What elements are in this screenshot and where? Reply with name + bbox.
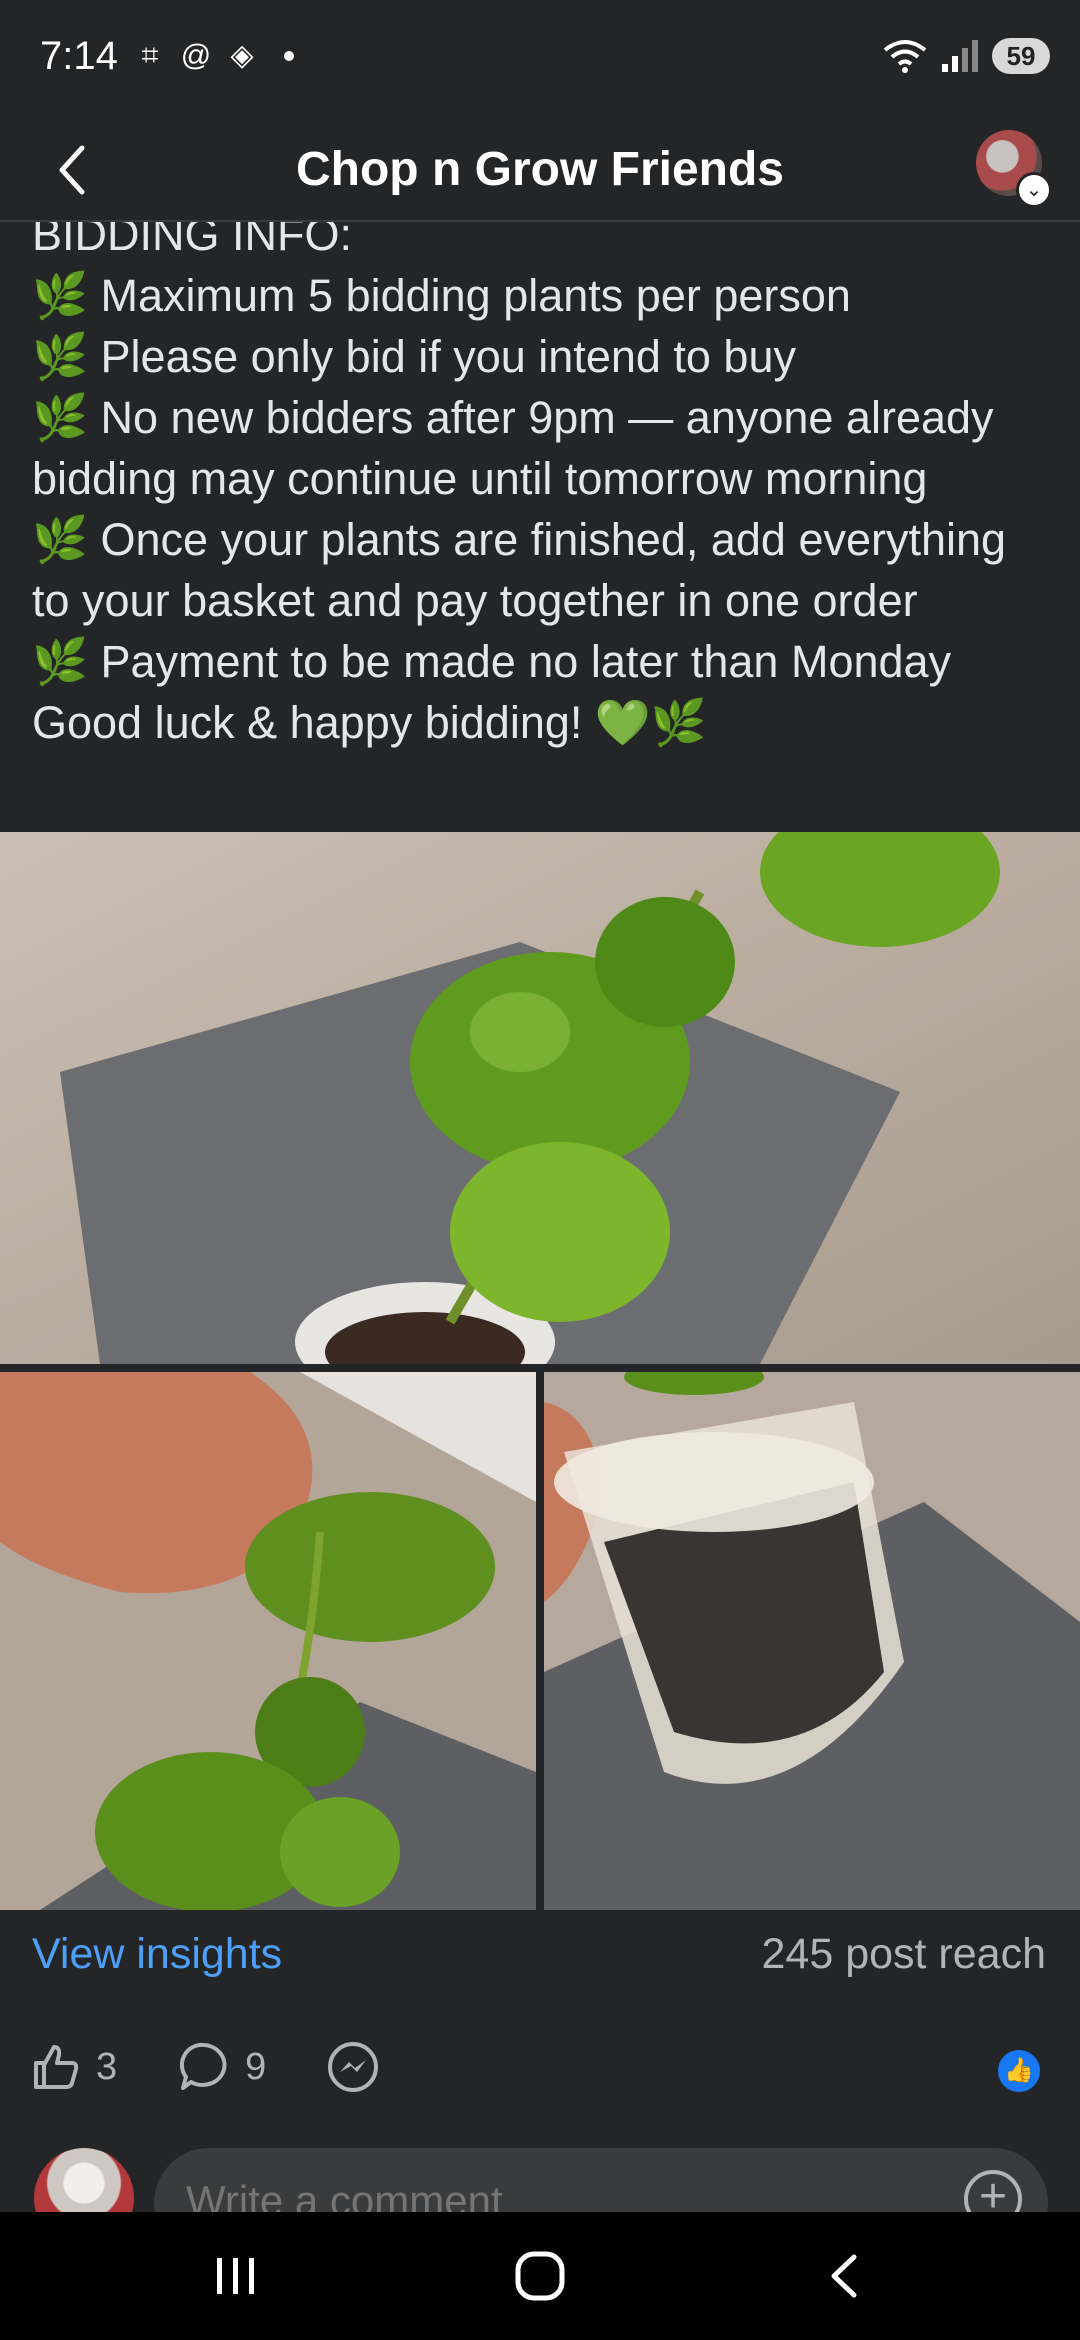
view-insights-link[interactable]: View insights	[32, 1930, 282, 1979]
recent-apps-button[interactable]	[136, 2212, 336, 2340]
post-actions: 3 9	[30, 2035, 454, 2099]
notification-dot-icon	[284, 51, 294, 61]
like-button[interactable]: 3	[30, 2041, 117, 2093]
screenshot-icon: ⌗	[141, 39, 159, 72]
post-line: 🌿 Maximum 5 bidding plants per person	[32, 270, 851, 321]
chevron-down-icon[interactable]: ⌄	[1016, 172, 1052, 208]
post-line: 🌿 Please only bid if you intend to buy	[32, 331, 796, 382]
signal-icon	[942, 40, 978, 72]
comment-button[interactable]: 9	[177, 2040, 266, 2094]
status-bar: 7:14 ⌗ @ ◈ 59	[0, 0, 1080, 120]
recent-apps-icon	[217, 2258, 254, 2294]
post-line: 🌿 Once your plants are finished, add eve…	[32, 514, 1007, 626]
plant-photo-image	[0, 832, 1080, 1364]
plant-photo-image	[544, 1372, 1080, 1910]
post-line: 🌿 Payment to be made no later than Monda…	[32, 636, 952, 687]
post-line: 🌿 No new bidders after 9pm — anyone alre…	[32, 392, 994, 504]
home-icon	[515, 2251, 565, 2301]
status-left-icons: ⌗ @ ◈	[132, 38, 294, 74]
post-photo-pot[interactable]	[544, 1372, 1080, 1910]
page-title: Chop n Grow Friends	[296, 143, 784, 196]
comment-count: 9	[245, 2045, 267, 2088]
post-photo-main[interactable]	[0, 832, 1080, 1364]
post-photo-hand[interactable]	[0, 1372, 536, 1910]
layers-icon: ◈	[230, 39, 254, 72]
plant-photo-image	[0, 1372, 536, 1910]
post-line: Good luck & happy bidding! 💚🌿	[32, 697, 707, 748]
like-reaction-icon[interactable]: 👍	[996, 2048, 1042, 2094]
like-count: 3	[96, 2045, 118, 2088]
back-arrow-icon	[831, 2254, 857, 2298]
app-header: Chop n Grow Friends ⌄	[0, 120, 1080, 222]
status-time: 7:14	[40, 34, 118, 78]
home-button[interactable]	[440, 2212, 640, 2340]
messenger-share-button[interactable]	[326, 2040, 394, 2094]
battery-indicator: 59	[992, 38, 1050, 74]
post-reach: 245 post reach	[761, 1930, 1046, 1978]
post-body: BIDDING INFO: 🌿 Maximum 5 bidding plants…	[32, 222, 1052, 822]
messenger-icon	[328, 2042, 379, 2092]
nav-back-button[interactable]	[744, 2212, 944, 2340]
post-line: BIDDING INFO:	[32, 222, 353, 260]
status-right-icons: 59	[882, 38, 1050, 74]
thumbs-up-icon	[34, 2045, 79, 2089]
system-nav-bar	[0, 2212, 1080, 2340]
threads-icon: @	[180, 39, 212, 72]
wifi-icon	[883, 40, 927, 73]
comment-icon	[180, 2042, 227, 2090]
